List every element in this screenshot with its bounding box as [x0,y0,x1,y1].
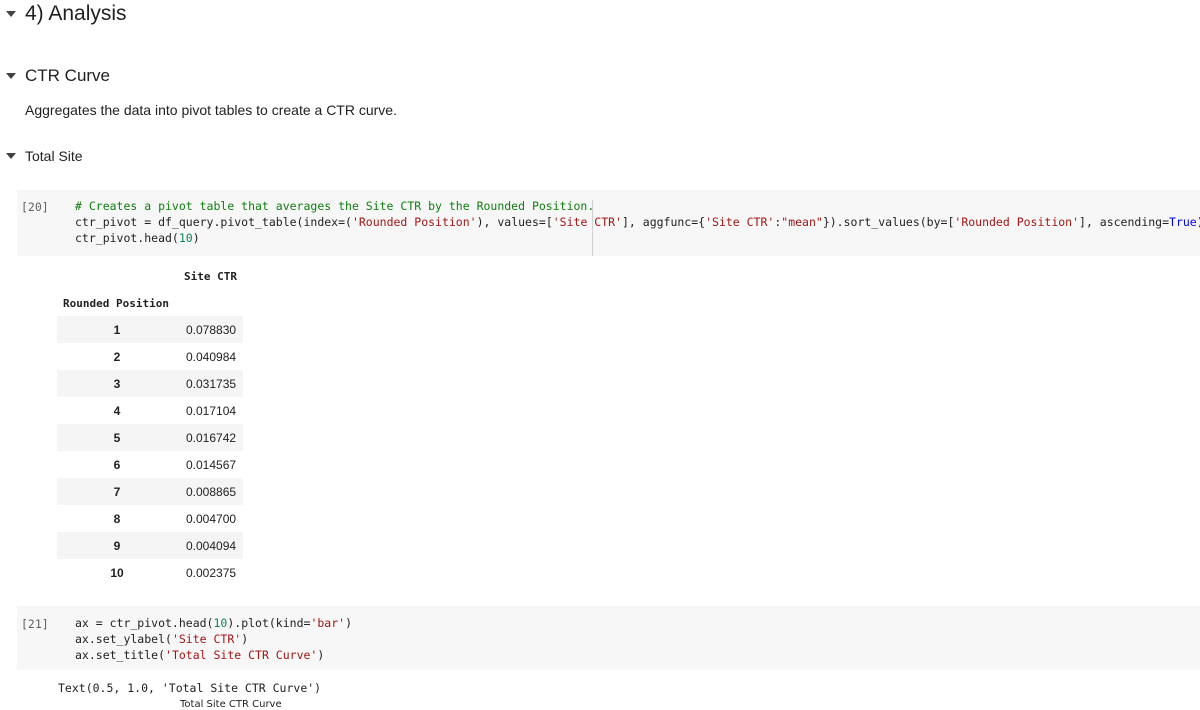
collapse-caret-icon[interactable] [6,11,16,17]
code-string: 'Site CTR' [705,215,775,229]
code-cell-20[interactable]: [20] # Creates a pivot table that averag… [17,190,1200,256]
row-index: 2 [113,349,121,364]
code-token: ax.set_ylabel( [75,632,172,646]
code-string: "mean" [781,215,823,229]
section-heading-analysis: 4) Analysis [6,2,127,26]
table-row: 7 0.008865 [57,478,243,505]
code-token: ) [345,616,352,630]
code-cell-21[interactable]: [21] ax = ctr_pivot.head(10).plot(kind='… [17,606,1200,670]
cell-value: 0.031735 [186,376,237,391]
row-index: 9 [113,538,121,553]
table-row: 6 0.014567 [57,451,243,478]
table-row: 4 0.017104 [57,397,243,424]
row-index: 6 [113,457,121,472]
section-heading-total-site: Total Site [6,148,83,164]
code-token: ctr_pivot.head( [75,231,179,245]
cell-value: 0.017104 [186,403,237,418]
cell-value: 0.004094 [186,538,237,553]
cell-value: 0.002375 [186,565,237,580]
row-index: 10 [110,565,124,580]
collapse-caret-icon[interactable] [6,153,16,159]
code-token: ) [192,231,200,245]
row-index: 1 [113,322,121,337]
section-heading-ctr-curve: CTR Curve [6,66,110,86]
table-row: 8 0.004700 [57,505,243,532]
code-number: 10 [178,231,193,245]
collapse-caret-icon[interactable] [6,73,16,79]
code-string: 'bar' [310,616,346,630]
cell-output-text: Text(0.5, 1.0, 'Total Site CTR Curve') [58,681,322,695]
table-row: 9 0.004094 [57,532,243,559]
code-keyword: True [1169,215,1197,229]
table-row: 5 0.016742 [57,424,243,451]
code-number: 10 [213,616,228,630]
code-string: 'Total Site CTR Curve' [165,648,318,662]
row-index: 4 [113,403,121,418]
table-row: 3 0.031735 [57,370,243,397]
index-name-header: Rounded Position [63,296,169,310]
cell-value: 0.008865 [186,484,237,499]
code-comment: # Creates a pivot table that averages th… [75,199,595,213]
dataframe-output: Site CTR Rounded Position 1 0.078830 2 0.0… [57,262,243,586]
cell-value: 0.040984 [186,349,237,364]
code-token: ), values=[ [476,215,553,229]
table-row: 2 0.040984 [57,343,243,370]
code-editor[interactable]: ax = ctr_pivot.head(10).plot(kind='bar')… [75,615,352,663]
table-row: 10 0.002375 [57,559,243,586]
code-token: ) [317,648,325,662]
cell-prompt: [20] [21,200,49,214]
row-index: 7 [113,484,121,499]
ctr-curve-description: Aggregates the data into pivot tables to… [25,102,397,118]
cell-value: 0.016742 [186,430,237,445]
heading-text: CTR Curve [25,66,111,85]
code-token: ], ascending= [1079,215,1170,229]
cell-value: 0.014567 [186,457,237,472]
row-index: 3 [113,376,121,391]
heading-text: 4) Analysis [25,2,127,25]
code-token: ).plot(kind= [227,616,311,630]
code-token: ctr_pivot = df_query.pivot_table(index=( [75,215,352,229]
code-string: 'Rounded Position' [351,215,477,229]
cell-prompt: [21] [21,617,49,631]
cell-value: 0.078830 [186,322,237,337]
column-header: Site CTR [184,269,237,283]
code-token: ax = ctr_pivot.head( [75,616,214,630]
row-index: 8 [113,511,121,526]
code-editor[interactable]: # Creates a pivot table that averages th… [75,198,1200,246]
code-token: ax.set_title( [75,648,166,662]
cell-value: 0.004700 [186,511,237,526]
code-string: 'Site CTR' [171,632,242,646]
code-token: ) [241,632,249,646]
code-string: 'Site CTR' [552,215,622,229]
code-string: 'Rounded Position' [954,215,1080,229]
line-length-ruler [592,200,593,256]
heading-text: Total Site [25,148,83,164]
code-token: ], aggfunc={ [622,215,706,229]
row-index: 5 [113,430,121,445]
code-token: }).sort_values(by=[ [822,215,955,229]
plot-title-clipped: Total Site CTR Curve [180,699,282,710]
table-row: 1 0.078830 [57,316,243,343]
